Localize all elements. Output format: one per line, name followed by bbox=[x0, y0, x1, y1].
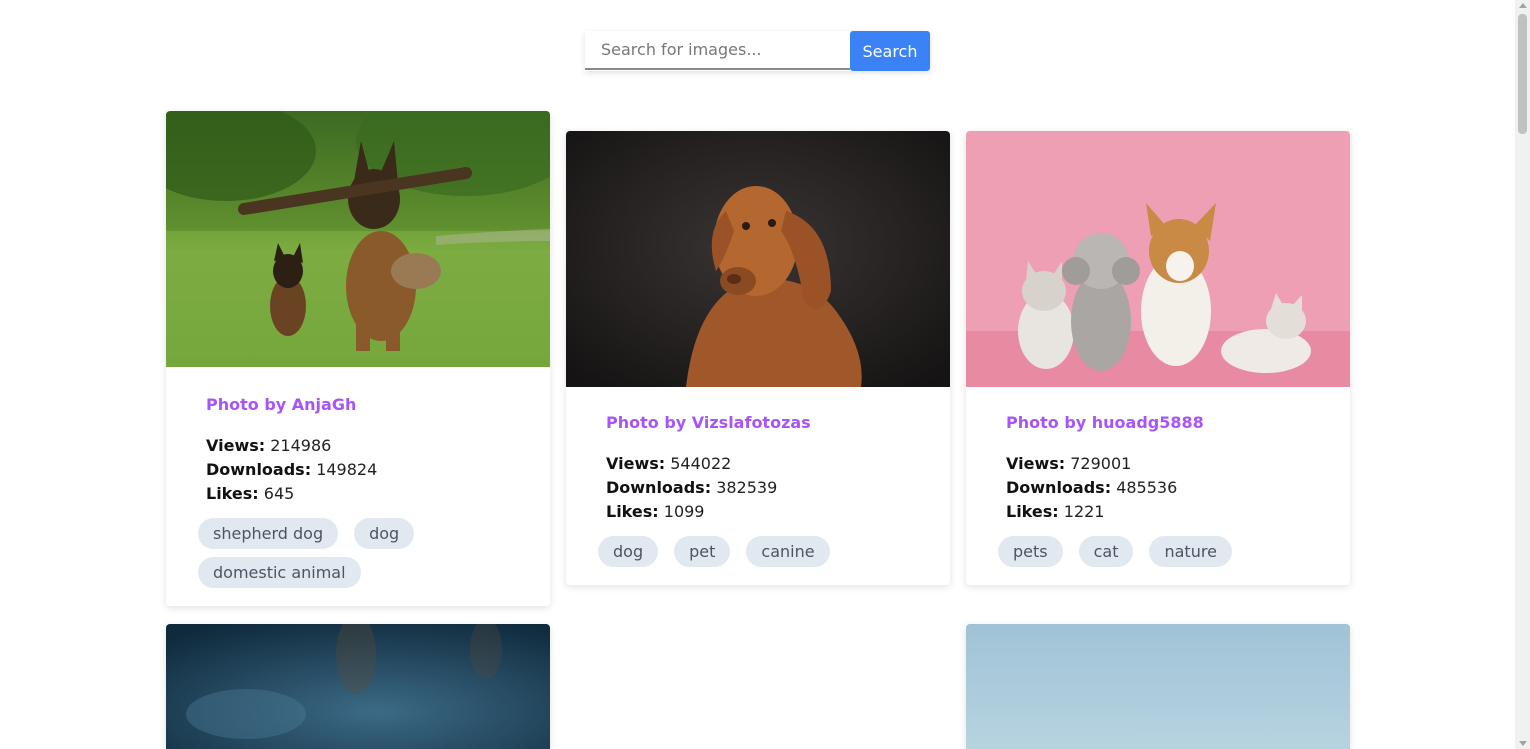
downloads-value: 485536 bbox=[1116, 478, 1178, 497]
photo-author[interactable]: Photo by AnjaGh bbox=[206, 395, 510, 414]
likes-value: 645 bbox=[263, 484, 295, 503]
card-image[interactable] bbox=[566, 131, 950, 387]
likes-label: Likes: bbox=[206, 484, 259, 503]
tag-list: dog pet canine bbox=[598, 536, 910, 585]
views-stat: Views: 544022 bbox=[606, 452, 910, 476]
downloads-value: 382539 bbox=[716, 478, 778, 497]
likes-label: Likes: bbox=[1006, 502, 1059, 521]
downloads-stat: Downloads: 149824 bbox=[206, 458, 510, 482]
downloads-stat: Downloads: 485536 bbox=[1006, 476, 1310, 500]
downloads-label: Downloads: bbox=[206, 460, 312, 479]
downloads-stat: Downloads: 382539 bbox=[606, 476, 910, 500]
page: Search for images... Search Photo by Anj… bbox=[0, 0, 1530, 749]
likes-label: Likes: bbox=[606, 502, 659, 521]
image-card[interactable] bbox=[166, 624, 550, 749]
downloads-label: Downloads: bbox=[606, 478, 712, 497]
sky-photo bbox=[966, 624, 1350, 749]
pets-group-photo bbox=[966, 131, 1350, 387]
page-scrollbar[interactable] bbox=[1515, 0, 1530, 749]
search-button[interactable]: Search bbox=[850, 31, 930, 71]
search-input[interactable] bbox=[585, 31, 850, 70]
tag-list: shepherd dog dog domestic animal bbox=[198, 518, 510, 606]
tag[interactable]: shepherd dog bbox=[198, 518, 339, 549]
scroll-up-arrow-icon[interactable] bbox=[1519, 3, 1527, 8]
card-image[interactable] bbox=[966, 624, 1350, 749]
tag[interactable]: pet bbox=[674, 536, 731, 567]
tag[interactable]: dog bbox=[598, 536, 659, 567]
image-card[interactable]: Photo by Vizslafotozas Views: 544022 Dow… bbox=[566, 131, 950, 585]
card-image[interactable] bbox=[966, 131, 1350, 387]
likes-value: 1221 bbox=[1063, 502, 1105, 521]
photo-author[interactable]: Photo by huoadg5888 bbox=[1006, 413, 1310, 432]
likes-value: 1099 bbox=[663, 502, 705, 521]
likes-stat: Likes: 1221 bbox=[1006, 500, 1310, 524]
views-label: Views: bbox=[606, 454, 666, 473]
views-value: 729001 bbox=[1070, 454, 1132, 473]
tag[interactable]: nature bbox=[1149, 536, 1232, 567]
search-bar: Search bbox=[585, 31, 930, 71]
views-value: 214986 bbox=[270, 436, 332, 455]
views-label: Views: bbox=[1006, 454, 1066, 473]
scroll-down-arrow-icon[interactable] bbox=[1519, 741, 1527, 746]
downloads-value: 149824 bbox=[316, 460, 378, 479]
views-label: Views: bbox=[206, 436, 266, 455]
card-image[interactable] bbox=[166, 624, 550, 749]
tag[interactable]: cat bbox=[1078, 536, 1134, 567]
image-card[interactable]: Photo by AnjaGh Views: 214986 Downloads:… bbox=[166, 111, 550, 606]
likes-stat: Likes: 645 bbox=[206, 482, 510, 506]
views-stat: Views: 214986 bbox=[206, 434, 510, 458]
card-image[interactable] bbox=[166, 111, 550, 367]
photo-author[interactable]: Photo by Vizslafotozas bbox=[606, 413, 910, 432]
downloads-label: Downloads: bbox=[1006, 478, 1112, 497]
tag-list: pets cat nature bbox=[998, 536, 1310, 585]
tag[interactable]: dog bbox=[354, 518, 415, 549]
dogs-running-photo bbox=[166, 111, 550, 367]
views-value: 544022 bbox=[670, 454, 732, 473]
texture-photo bbox=[166, 624, 550, 749]
image-card[interactable]: Photo by huoadg5888 Views: 729001 Downlo… bbox=[966, 131, 1350, 585]
views-stat: Views: 729001 bbox=[1006, 452, 1310, 476]
likes-stat: Likes: 1099 bbox=[606, 500, 910, 524]
image-card[interactable] bbox=[966, 624, 1350, 749]
tag[interactable]: pets bbox=[998, 536, 1063, 567]
tag[interactable]: domestic animal bbox=[198, 557, 361, 588]
scroll-thumb[interactable] bbox=[1518, 14, 1527, 134]
vizsla-dog-photo bbox=[566, 131, 950, 387]
tag[interactable]: canine bbox=[746, 536, 830, 567]
